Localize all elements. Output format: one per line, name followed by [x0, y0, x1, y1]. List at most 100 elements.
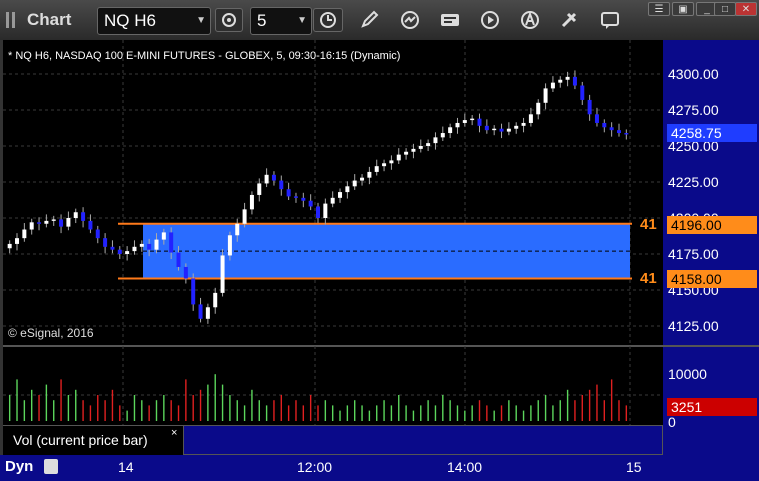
candle-body: [205, 307, 210, 319]
candle-body: [470, 118, 475, 121]
copyright-label: © eSignal, 2016: [8, 326, 94, 340]
volume-legend-close-button[interactable]: ×: [171, 427, 177, 439]
candle-body: [411, 148, 416, 152]
price-tick-label: 4125.00: [668, 318, 719, 334]
upper-level-price-tag[interactable]: 4196.00: [667, 216, 757, 234]
volume-tick-high: 10000: [668, 366, 707, 382]
candle-body: [389, 160, 394, 164]
candle-body: [213, 292, 218, 308]
candle-body: [7, 243, 12, 249]
candle-body: [220, 255, 225, 293]
candle-body: [88, 220, 93, 230]
window-border: [0, 40, 3, 455]
candle-body: [264, 174, 269, 184]
candle-body: [609, 127, 614, 131]
candle-body: [330, 197, 335, 204]
candle-body: [367, 171, 372, 178]
candle-body: [37, 222, 42, 224]
candle-body: [249, 194, 254, 210]
volume-legend-strip: [183, 425, 663, 455]
candle-body: [440, 133, 445, 138]
candle-body: [338, 192, 343, 198]
candle-body: [624, 133, 629, 135]
candle-body: [433, 137, 438, 144]
candle-body: [29, 222, 34, 230]
candle-body: [81, 212, 86, 221]
candle-body: [448, 127, 453, 134]
candle-body: [132, 246, 137, 252]
last-price-tag: 4258.75: [667, 124, 757, 142]
candle-body: [125, 251, 130, 254]
candle-body: [352, 180, 357, 187]
candle-body: [616, 130, 621, 134]
candle-body: [257, 183, 262, 195]
price-tick-label: 4300.00: [668, 66, 719, 82]
price-chart: [3, 40, 663, 455]
candle-body: [514, 125, 519, 129]
candle-body: [543, 88, 548, 103]
candle-body: [147, 243, 152, 250]
volume-legend-label: Vol (current price bar): [13, 432, 148, 448]
candle-body: [521, 122, 526, 126]
candle-body: [66, 218, 71, 227]
candle-body: [484, 125, 489, 131]
candle-body: [418, 146, 423, 149]
volume-legend-box[interactable]: Vol (current price bar) ×: [3, 425, 183, 455]
candle-body: [235, 223, 240, 236]
candle-body: [492, 128, 497, 131]
candle-body: [15, 238, 20, 244]
candle-body: [103, 238, 108, 247]
candle-body: [565, 76, 570, 80]
candle-body: [308, 200, 313, 207]
candle-body: [455, 122, 460, 128]
candle-body: [154, 239, 159, 250]
time-tick-label: 14: [118, 459, 134, 475]
time-axis-corner: [663, 455, 759, 481]
lock-icon[interactable]: [44, 459, 58, 474]
candle-body: [44, 220, 49, 224]
volume-current-tag: 3251: [667, 398, 757, 416]
candle-body: [345, 186, 350, 193]
candle-body: [73, 212, 78, 218]
candle-body: [594, 114, 599, 123]
candle-body: [316, 206, 320, 218]
candle-body: [117, 249, 122, 254]
candle-body: [404, 151, 409, 155]
candle-body: [499, 128, 504, 132]
candle-body: [183, 266, 188, 279]
candle-body: [580, 85, 585, 100]
candle-body: [528, 114, 533, 123]
candle-body: [602, 122, 607, 128]
candle-body: [506, 128, 511, 132]
candle-body: [558, 79, 563, 83]
lower-level-marker[interactable]: 41: [640, 270, 657, 287]
dynamic-mode-label[interactable]: Dyn: [5, 458, 33, 475]
candle-body: [301, 197, 306, 201]
candle-body: [396, 154, 401, 161]
upper-level-marker[interactable]: 41: [640, 216, 657, 233]
price-tick-label: 4175.00: [668, 246, 719, 262]
candle-body: [572, 76, 577, 86]
candle-body: [360, 177, 365, 181]
candle-body: [286, 189, 291, 197]
candle-body: [279, 180, 284, 190]
candle-body: [293, 196, 298, 198]
chart-header: * NQ H6, NASDAQ 100 E-MINI FUTURES - GLO…: [8, 50, 401, 62]
candle-body: [95, 229, 100, 239]
candle-body: [227, 235, 232, 256]
price-tick-label: 4275.00: [668, 102, 719, 118]
candle-body: [536, 102, 541, 115]
time-tick-label: 15: [626, 459, 642, 475]
lower-level-price-tag[interactable]: 4158.00: [667, 270, 757, 288]
volume-tick-zero: 0: [668, 414, 676, 430]
time-tick-label: 12:00: [297, 459, 333, 475]
candle-body: [59, 219, 64, 227]
candle-body: [477, 118, 482, 126]
candle-body: [198, 304, 203, 319]
price-tick-label: 4225.00: [668, 174, 719, 190]
candle-body: [382, 163, 387, 167]
candle-body: [374, 166, 379, 172]
candle-body: [550, 82, 555, 89]
candle-body: [462, 120, 467, 123]
time-tick-label: 14:00: [447, 459, 483, 475]
